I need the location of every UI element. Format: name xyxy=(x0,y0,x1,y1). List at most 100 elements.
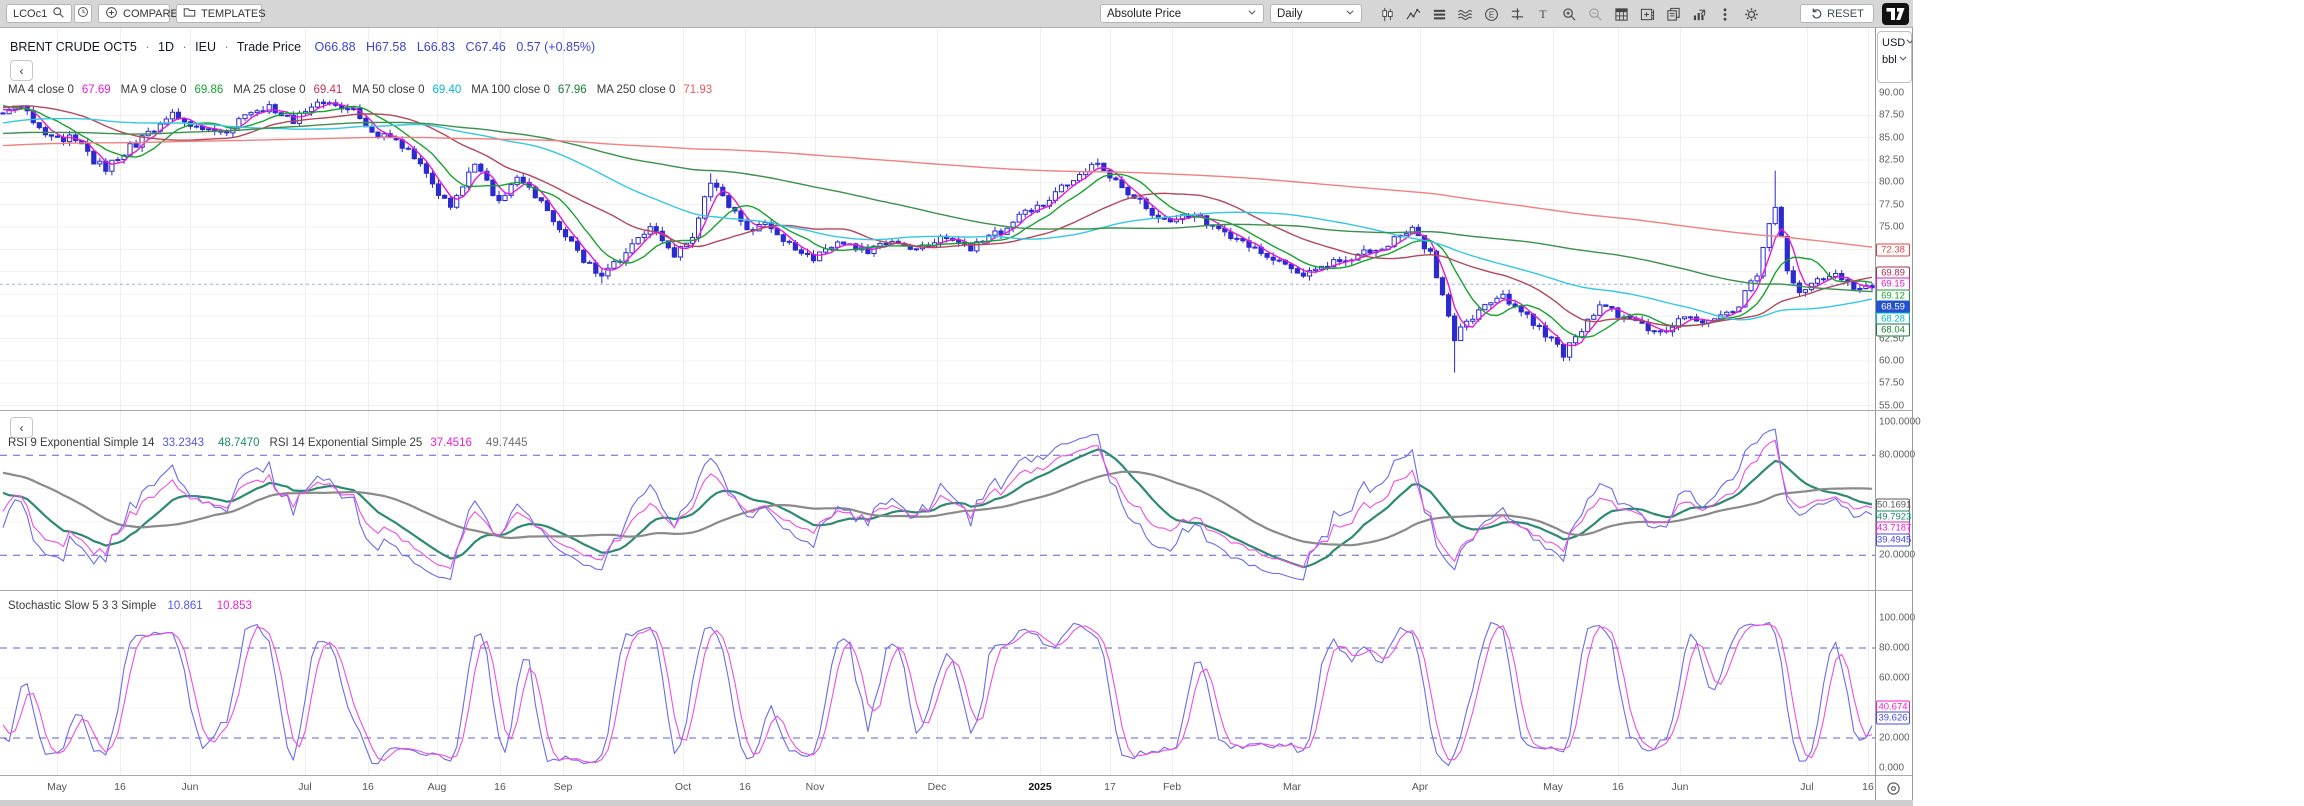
price-label: 68.04 xyxy=(1876,324,1910,337)
time-axis-label: 16 xyxy=(494,781,506,793)
reset-label: RESET xyxy=(1827,8,1864,20)
interval-dropdown[interactable]: Daily xyxy=(1270,4,1362,23)
ma-4-label: MA 4 close 0 xyxy=(8,84,74,96)
zoom-in-icon[interactable] xyxy=(1556,0,1582,28)
table-grid-icon[interactable] xyxy=(1608,0,1634,28)
main-panel-collapse-button[interactable]: ‹ xyxy=(10,60,33,81)
templates-button[interactable]: TEMPLATES xyxy=(176,4,262,23)
circle-e-icon[interactable]: E xyxy=(1478,0,1504,28)
currency-dropdown[interactable]: USD xyxy=(1878,32,1911,49)
reset-button[interactable]: RESET xyxy=(1800,4,1874,23)
time-axis-label: May xyxy=(47,781,67,793)
axis-tick: 100.000 xyxy=(1879,613,1915,624)
price-mode-dropdown[interactable]: Absolute Price xyxy=(1100,4,1264,23)
measure-tool-icon[interactable] xyxy=(1504,0,1530,28)
time-axis-label: Feb xyxy=(1163,781,1181,793)
axis-tick: 85.00 xyxy=(1879,132,1904,143)
settings-gear-icon[interactable] xyxy=(1738,0,1764,28)
interval-history-button[interactable] xyxy=(74,4,92,23)
time-axis-label: 16 xyxy=(1862,781,1874,793)
content-right-border xyxy=(1912,0,1913,800)
time-axis-label: Jun xyxy=(1672,781,1689,793)
ma-250-value: 71.93 xyxy=(683,84,712,96)
rsi-legend-2-value: 48.7470 xyxy=(218,437,260,449)
horizontal-scrollbar[interactable] xyxy=(0,800,1913,806)
tradingview-logo[interactable] xyxy=(1882,3,1909,25)
time-axis-label: Jul xyxy=(298,781,311,793)
stochastic-indicator-chart[interactable] xyxy=(0,590,1875,775)
ma-9-label: MA 9 close 0 xyxy=(121,84,187,96)
axis-left-border xyxy=(1875,28,1876,800)
text-tool-icon[interactable]: T xyxy=(1530,0,1556,28)
ohlc-close: C67.46 xyxy=(466,40,506,54)
time-axis-label: Sep xyxy=(554,781,573,793)
svg-text:E: E xyxy=(1488,10,1493,19)
axis-tick: 87.50 xyxy=(1879,110,1904,121)
time-axis-label: 2025 xyxy=(1028,781,1051,793)
row-stack-icon[interactable] xyxy=(1426,0,1452,28)
compare-button[interactable]: COMPARE xyxy=(98,4,170,23)
time-axis-label: Aug xyxy=(428,781,447,793)
clock-icon xyxy=(77,6,89,21)
time-axis-label: Nov xyxy=(806,781,825,793)
unit-selector-box: USD bbl xyxy=(1877,31,1912,83)
candlestick-chart-icon[interactable] xyxy=(1374,0,1400,28)
unit-dropdown[interactable]: bbl xyxy=(1878,49,1911,66)
time-axis-label: 16 xyxy=(114,781,126,793)
price-mode-value: Absolute Price xyxy=(1107,8,1181,20)
ma-100-value: 67.96 xyxy=(558,84,587,96)
axis-tick: 60.00 xyxy=(1879,355,1904,366)
ohlc-change: 0.57 (+0.85%) xyxy=(516,40,595,54)
add-panel-icon[interactable] xyxy=(1634,0,1660,28)
unit-value: bbl xyxy=(1882,54,1897,66)
axis-tick: 80.000 xyxy=(1879,643,1910,654)
time-axis-label: 16 xyxy=(739,781,751,793)
zoom-out-icon[interactable] xyxy=(1582,0,1608,28)
symbol-info-row: BRENT CRUDE OCT5 · 1D · IEU · Trade Pric… xyxy=(10,40,595,54)
stoch-legend-0-value: 10.861 xyxy=(168,600,203,612)
panel-divider[interactable] xyxy=(0,590,1913,591)
symbol-name[interactable]: BRENT CRUDE OCT5 xyxy=(10,40,137,54)
svg-text:T: T xyxy=(1540,9,1547,21)
chevron-down-icon xyxy=(1898,53,1908,66)
axis-settings-icon[interactable] xyxy=(1884,779,1902,797)
axis-tick: 57.50 xyxy=(1879,378,1904,389)
ma-25-value: 69.41 xyxy=(313,84,342,96)
step-line-chart-icon[interactable] xyxy=(1400,0,1426,28)
rsi-legend-row: RSI 9 Exponential Simple 1433.234348.747… xyxy=(8,437,538,449)
ma-50-label: MA 50 close 0 xyxy=(352,84,424,96)
time-axis-label: Apr xyxy=(1412,781,1428,793)
rsi-panel-collapse-button[interactable]: ‹ xyxy=(10,417,33,438)
stochastic-legend-label: Stochastic Slow 5 3 3 Simple xyxy=(8,600,156,612)
symbol-search-value: LCOc1 xyxy=(13,8,47,20)
axis-tick: 100.0000 xyxy=(1879,417,1921,428)
chevron-down-icon xyxy=(1345,7,1355,20)
chart-export-icon[interactable] xyxy=(1686,0,1712,28)
price-label: 72.38 xyxy=(1876,244,1910,257)
price-label: 39.4945 xyxy=(1876,533,1910,546)
time-axis[interactable]: May16JunJul16Aug16SepOct16NovDec202517Fe… xyxy=(0,775,1913,800)
panel-divider[interactable] xyxy=(0,410,1913,411)
folder-icon xyxy=(183,6,196,22)
time-axis-label: 16 xyxy=(362,781,374,793)
ma-50-value: 69.40 xyxy=(433,84,462,96)
price-axis-column[interactable]: USD bbl 90.0087.5085.0082.5080.0077.5075… xyxy=(1876,28,1912,800)
ma-4-value: 67.69 xyxy=(82,84,111,96)
symbol-price-type: Trade Price xyxy=(237,40,301,54)
time-axis-label: Jun xyxy=(182,781,199,793)
axis-tick: 75.00 xyxy=(1879,221,1904,232)
symbol-search-input[interactable]: LCOc1 xyxy=(6,4,72,23)
toolbar-icon-row: ET xyxy=(1374,0,1764,28)
currency-value: USD xyxy=(1882,37,1905,49)
symbol-interval: 1D xyxy=(158,40,174,54)
axis-tick: 82.50 xyxy=(1879,154,1904,165)
time-axis-label: Oct xyxy=(675,781,691,793)
ma-250-label: MA 250 close 0 xyxy=(597,84,676,96)
more-options-icon[interactable] xyxy=(1712,0,1738,28)
axis-tick: 80.0000 xyxy=(1879,450,1915,461)
rsi-legend-5-value: 49.7445 xyxy=(486,437,528,449)
wave-lines-icon[interactable] xyxy=(1452,0,1478,28)
pages-icon[interactable] xyxy=(1660,0,1686,28)
time-axis-label: May xyxy=(1543,781,1563,793)
ma-100-label: MA 100 close 0 xyxy=(471,84,550,96)
